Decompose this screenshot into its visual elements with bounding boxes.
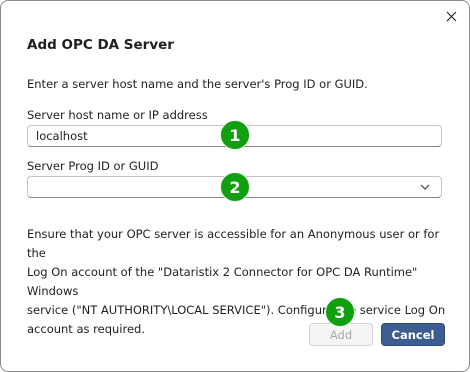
intro-text: Enter a server host name and the server'… (27, 77, 368, 91)
chevron-down-icon (420, 184, 430, 190)
step-badge-3: 3 (325, 297, 355, 327)
host-input-value: localhost (36, 129, 88, 143)
note-line: service ("NT AUTHORITY\LOCAL SERVICE"). … (27, 303, 446, 317)
step-badge-2: 2 (220, 172, 250, 202)
step-badge-1: 1 (220, 120, 250, 150)
accessibility-note: Ensure that your OPC server is accessibl… (27, 225, 447, 339)
add-opc-da-server-dialog: Add OPC DA Server Enter a server host na… (0, 0, 470, 372)
host-label: Server host name or IP address (27, 108, 208, 122)
close-icon (446, 11, 456, 21)
cancel-button[interactable]: Cancel (381, 323, 445, 346)
close-button[interactable] (441, 7, 461, 25)
dialog-title: Add OPC DA Server (27, 37, 174, 53)
progid-label: Server Prog ID or GUID (27, 159, 159, 173)
note-line: Log On account of the "Dataristix 2 Conn… (27, 265, 418, 298)
note-line: Ensure that your OPC server is accessibl… (27, 227, 440, 260)
